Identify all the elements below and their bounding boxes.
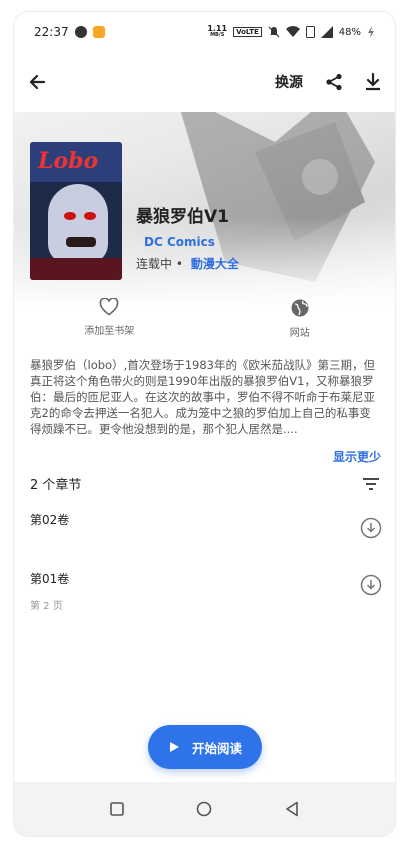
chapter-row[interactable]: 第02卷: [30, 511, 382, 539]
top-toolbar: 换源: [14, 52, 395, 112]
recents-icon[interactable]: [110, 802, 124, 816]
phone-screen: 22:37 1.11 MB/S VoLTE 48% 换源 Lobo 暴狼罗伯V1…: [14, 12, 395, 836]
play-icon: [169, 742, 179, 752]
manga-meta: 连载中 • 動漫大全: [136, 255, 239, 272]
status-time: 22:37: [34, 25, 69, 39]
back-arrow-icon[interactable]: [28, 73, 46, 91]
manga-cover-image[interactable]: Lobo: [30, 142, 122, 280]
wifi-icon: [285, 26, 300, 37]
chapter-name: 第01卷: [30, 572, 70, 586]
swap-source-button[interactable]: 换源: [275, 72, 303, 92]
website-button[interactable]: 网站: [230, 298, 370, 348]
messenger-icon: [74, 26, 87, 38]
sim-icon: [305, 26, 315, 38]
manga-title: 暴狼罗伯V1: [136, 207, 229, 227]
show-less-button[interactable]: 显示更少: [333, 448, 381, 465]
toolbar-actions: 换源: [275, 72, 381, 92]
network-speed-unit: MB/S: [210, 32, 225, 38]
add-to-library-button[interactable]: 添加至书架: [39, 298, 179, 348]
charging-icon: [368, 26, 374, 38]
chapter-row[interactable]: 第01卷 第 2 页: [30, 570, 382, 612]
chapter-progress: 第 2 页: [30, 601, 63, 612]
start-reading-button[interactable]: 开始阅读: [148, 725, 262, 769]
chapter-count: 2 个章节: [30, 478, 82, 493]
share-icon[interactable]: [325, 73, 343, 91]
signal-icon: [320, 26, 333, 38]
chapter-text: 第01卷 第 2 页: [30, 570, 69, 612]
website-label: 网站: [289, 328, 310, 339]
download-chapter-icon[interactable]: [360, 574, 382, 596]
network-speed: 1.11 MB/S: [207, 25, 227, 39]
mute-icon: [268, 26, 280, 38]
manga-description: 暴狼罗伯（lobo）,首次登场于1983年的《欧米茄战队》第三期，但真正将这个角…: [30, 358, 375, 436]
app-notification-icon: [92, 26, 105, 38]
manga-source[interactable]: 動漫大全: [191, 255, 239, 272]
back-icon[interactable]: [285, 801, 299, 817]
download-icon[interactable]: [365, 73, 381, 91]
home-icon[interactable]: [196, 801, 212, 817]
globe-icon: [291, 299, 309, 317]
chapter-name: 第02卷: [30, 513, 70, 527]
manga-author: DC Comics: [144, 235, 215, 249]
network-speed-value: 1.11: [207, 24, 228, 33]
action-row: 添加至书架 网站: [14, 298, 395, 348]
volte-badge: VoLTE: [233, 27, 262, 37]
manga-status: 连载中 •: [136, 257, 183, 271]
heart-icon: [99, 298, 119, 316]
chapter-text: 第02卷: [30, 511, 69, 528]
manga-info: 暴狼罗伯V1 DC Comics 连载中 • 動漫大全: [136, 202, 239, 272]
chapters-header: 2 个章节: [30, 474, 380, 493]
start-reading-label: 开始阅读: [191, 740, 242, 756]
filter-icon[interactable]: [362, 477, 380, 491]
add-to-library-label: 添加至书架: [84, 326, 135, 337]
download-chapter-icon[interactable]: [360, 517, 382, 539]
status-bar: 22:37 1.11 MB/S VoLTE 48%: [14, 12, 395, 52]
system-nav-bar: [14, 782, 395, 836]
battery-percent: 48%: [338, 26, 361, 38]
